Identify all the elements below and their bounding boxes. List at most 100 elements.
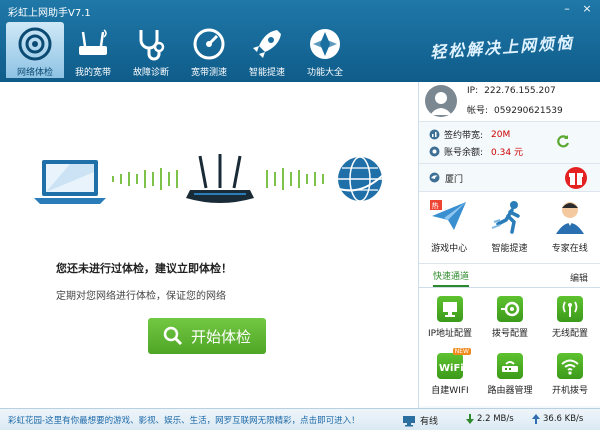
bandwidth-value: 20M [491,129,511,140]
stethoscope-icon [139,30,165,61]
bandwidth-row: 签约带宽: 20M [429,128,510,141]
check-status-message: 您还未进行过体检，建议立即体检！ [56,262,232,275]
bird-icon [429,172,440,183]
router-box-icon [497,353,523,379]
tab-speed-test[interactable]: 宽带测速 [180,22,238,78]
close-button[interactable]: × [580,3,594,15]
refresh-icon[interactable] [556,134,570,148]
start-check-label: 开始体检 [190,327,251,346]
slogan: 轻松解决上网烦恼 [429,32,575,62]
quick-ip-config[interactable]: IP地址配置 [420,296,480,349]
feature-expert-online[interactable]: 专家在线 [542,200,598,263]
edit-button[interactable]: 编辑 [570,271,588,284]
globe-icon [331,156,389,202]
tab-label: 智能提速 [248,68,285,78]
upload-speed: 36.6 KB/s [532,414,583,424]
title-bar: 彩虹上网助手V7.1 – × 轻松解决上网烦恼 网络体检 我的宽带 故障诊断 宽… [0,0,600,82]
tab-label: 宽带测速 [190,68,227,78]
tab-label: 故障诊断 [132,68,169,78]
balance-icon [429,146,440,157]
router-icon [79,29,107,55]
bandwidth-icon [429,129,440,140]
svg-text:热: 热 [432,201,439,210]
bandwidth-info: 签约带宽: 20M 账号余额: 0.34 元 [419,122,600,164]
quick-label: 开机拨号 [551,386,588,396]
tab-diagnosis[interactable]: 故障诊断 [122,22,180,78]
tab-network-check[interactable]: 网络体检 [6,22,64,78]
check-hint: 定期对您网络进行体检，保证您的网络 [56,291,226,302]
ip-value: 222.76.155.207 [484,86,556,96]
feature-label: 专家在线 [551,244,588,254]
new-badge: NEW [452,348,471,355]
quick-channel-tab[interactable]: 快速通道 [433,269,470,287]
window-controls: – × [560,3,594,15]
quick-label: IP地址配置 [427,329,473,339]
quick-boot-dial[interactable]: 开机拨号 [540,353,600,406]
quick-wireless-config[interactable]: 无线配置 [540,296,600,349]
account-card: IP: 222.76.155.207 帐号: 059290621539 [419,82,600,122]
main-panel: 您还未进行过体检，建议立即体检！ 定期对您网络进行体检，保证您的网络 开始体检 [0,82,418,408]
monitor-icon [437,296,463,322]
tab-label: 我的宽带 [74,68,111,78]
gift-icon[interactable] [564,167,588,189]
bandwidth-label: 签约带宽: [444,131,484,141]
feature-smart-boost[interactable]: 智能提速 [481,200,537,263]
quick-router-manage[interactable]: 路由器管理 [480,353,540,406]
expert-icon [555,202,584,234]
network-illustration [34,154,389,204]
start-check-button[interactable]: 开始体检 [148,318,266,354]
signal-dots-right-icon [266,168,324,190]
network-type: 有线 [402,414,438,427]
paper-plane-icon: 热 [430,200,467,230]
balance-value: 0.34 元 [491,148,523,158]
quick-channel-grid: IP地址配置 拨号配置 无线配置 WiFi NEW 自建WIFI 路由器管理 开… [419,288,600,406]
minimize-button[interactable]: – [560,3,574,15]
balance-row: 账号余额: 0.34 元 [429,145,523,158]
quick-self-wifi[interactable]: WiFi NEW 自建WIFI [420,348,480,406]
quick-dial-config[interactable]: 拨号配置 [480,296,540,349]
antenna-icon [557,296,583,322]
ip-label: IP: [467,86,479,96]
router-device-icon [186,154,254,203]
tab-all-functions[interactable]: 功能大全 [296,22,354,78]
news-ticker-link[interactable]: 彩虹花园-这里有你最想要的游戏、影视、娱乐、生活，网罗互联网无限精彩，点击即可进… [8,414,390,426]
avatar[interactable] [425,85,457,117]
main-tabs: 网络体检 我的宽带 故障诊断 宽带测速 智能提速 功能大全 [6,22,354,78]
arrow-up-icon [532,414,540,424]
apps-icon [310,29,340,59]
svg-text:WiFi: WiFi [439,363,463,374]
rocket-icon [253,30,281,58]
network-type-label: 有线 [420,417,439,427]
tab-label: 功能大全 [306,68,343,78]
feature-game-center[interactable]: 热 游戏中心 [421,200,477,263]
app-title: 彩虹上网助手V7.1 [8,8,91,19]
tab-smart-boost[interactable]: 智能提速 [238,22,296,78]
location-label: 厦门 [445,175,464,185]
download-value: 2.2 MB/s [477,414,514,424]
tab-label: 网络体检 [16,68,53,78]
laptop-icon [34,160,106,204]
ip-row: IP: 222.76.155.207 [467,86,556,96]
dial-icon [497,296,523,322]
user-icon [430,92,452,115]
magnifier-icon [163,326,183,346]
feature-label: 智能提速 [491,244,528,254]
quick-channel-header: 快速通道 编辑 [419,264,600,288]
upload-value: 36.6 KB/s [543,414,584,424]
location-row: 厦门 [419,164,600,192]
signal-dots-left-icon [112,168,178,190]
status-bar: 彩虹花园-这里有你最想要的游戏、影视、娱乐、生活，网罗互联网无限精彩，点击即可进… [0,408,600,430]
arrow-down-icon [466,414,474,424]
feature-label: 游戏中心 [431,244,468,254]
wifi-icon [557,353,583,379]
network-icon [403,415,415,426]
target-icon [18,27,52,61]
quick-label: 自建WIFI [431,386,469,396]
account-label: 帐号: [467,106,489,116]
download-speed: 2.2 MB/s [466,414,514,424]
tab-my-broadband[interactable]: 我的宽带 [64,22,122,78]
quick-label: 路由器管理 [487,386,533,396]
balance-label: 账号余额: [444,148,484,158]
account-value: 059290621539 [494,106,563,116]
quick-label: 拨号配置 [491,329,528,339]
